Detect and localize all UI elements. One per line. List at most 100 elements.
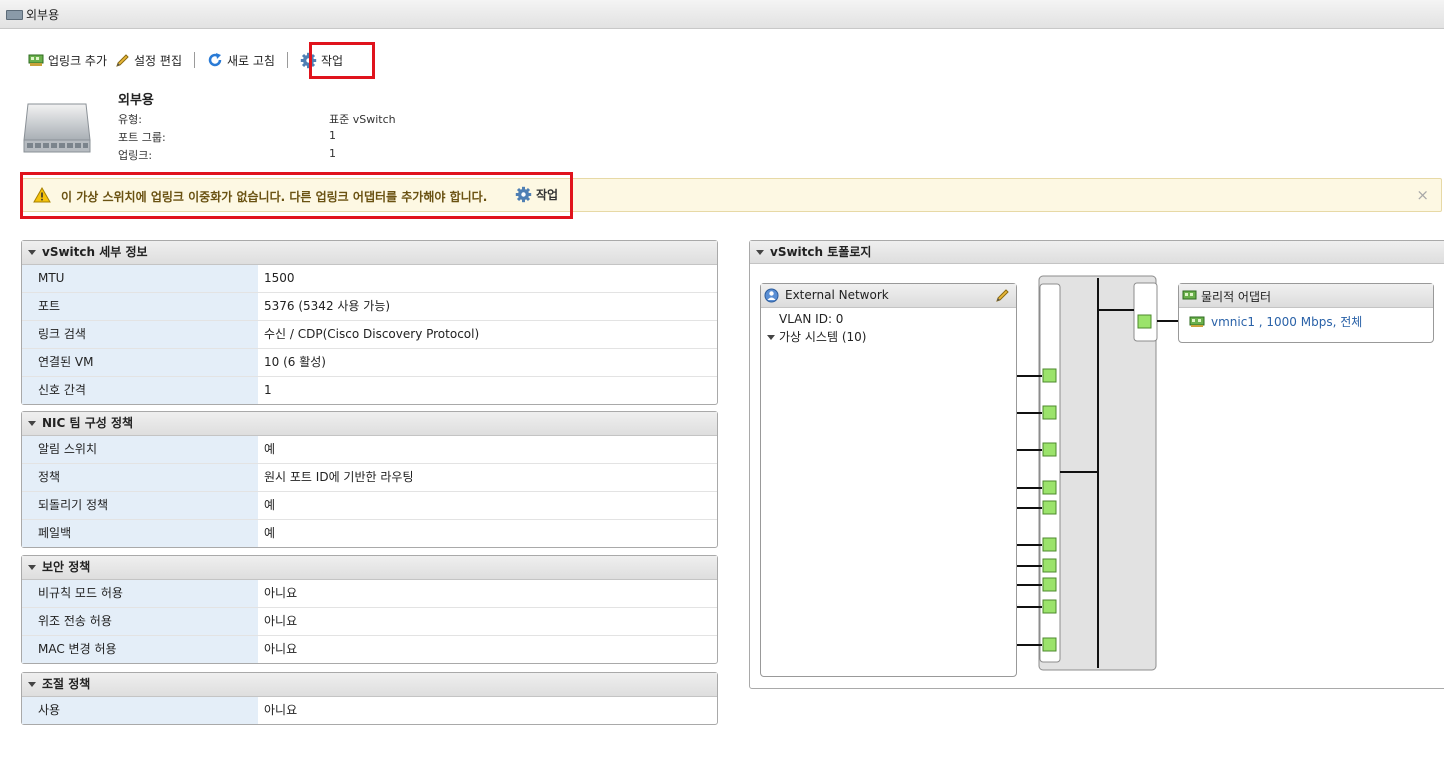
row-value: 아니요 (264, 642, 298, 656)
table-row: 위조 전송 허용 아니요 (22, 608, 717, 636)
row-value: 예 (264, 442, 276, 456)
vswitch-details-panel: vSwitch 세부 정보 MTU 1500 포트 5376 (5342 사용 가능… (21, 240, 718, 405)
shaping-policy-panel: 조절 정책 사용 아니요 (21, 672, 718, 725)
table-row: 비규칙 모드 허용 아니요 (22, 580, 717, 608)
table-row: 포트 5376 (5342 사용 가능) (22, 293, 717, 321)
row-value: 1 (264, 383, 272, 397)
vswitch-topology-title: vSwitch 토폴로지 (770, 245, 872, 259)
row-key: 사용 (22, 697, 258, 724)
table-row: 알림 스위치 예 (22, 436, 717, 464)
vswitch-image (23, 103, 91, 153)
vswitch-topology-header[interactable]: vSwitch 토폴로지 (750, 241, 1444, 264)
collapse-caret-icon (756, 250, 764, 255)
portgroups-value: 1 (329, 129, 336, 142)
row-key: MTU (22, 265, 258, 292)
row-value: 예 (264, 526, 276, 540)
add-uplink-label: 업링크 추가 (48, 53, 108, 68)
vmnic1-link[interactable]: vmnic1 , 1000 Mbps, 전체 (1189, 313, 1362, 330)
highlight-box-warning (20, 172, 573, 219)
table-row: 신호 간격 1 (22, 377, 717, 404)
vswitch-name: 외부용 (118, 93, 154, 108)
collapse-caret-icon (28, 565, 36, 570)
portgroup-box: External Network VLAN ID: 0 가상 시스템 (10) (760, 283, 1017, 677)
row-value: 예 (264, 498, 276, 512)
row-key: 신호 간격 (22, 377, 258, 404)
security-policy-panel: 보안 정책 비규칙 모드 허용 아니요 위조 전송 허용 아니요 MAC 변경 허용… (21, 555, 718, 664)
row-value: 아니요 (264, 614, 298, 628)
collapse-caret-icon (28, 682, 36, 687)
security-policy-title: 보안 정책 (42, 560, 91, 574)
vswitch-details-title: vSwitch 세부 정보 (42, 245, 148, 259)
uplinks-value: 1 (329, 147, 336, 160)
nic-teaming-title: NIC 팀 구성 정책 (42, 416, 134, 430)
vlan-id: VLAN ID: 0 (779, 312, 844, 326)
row-value: 수신 / CDP(Cisco Discovery Protocol) (264, 327, 480, 341)
row-key: 포트 (22, 293, 258, 320)
window-titlebar: 외부용 (0, 0, 1444, 29)
row-key: 알림 스위치 (22, 436, 258, 463)
row-value: 원시 포트 ID에 기반한 라우팅 (264, 470, 414, 484)
toolbar: 업링크 추가 설정 편집 새로 고침 작업 (24, 46, 347, 74)
vmnic1-label: vmnic1 , 1000 Mbps, 전체 (1211, 315, 1363, 329)
uplinks-label: 업링크: (118, 149, 153, 162)
table-row: 페일백 예 (22, 520, 717, 547)
row-value: 10 (6 활성) (264, 355, 326, 369)
row-key: 정책 (22, 464, 258, 491)
network-card-icon (1189, 316, 1205, 327)
refresh-icon (208, 53, 222, 67)
shaping-policy-header[interactable]: 조절 정책 (22, 673, 717, 697)
vswitch-icon (6, 10, 23, 20)
security-policy-header[interactable]: 보안 정책 (22, 556, 717, 580)
row-value: 5376 (5342 사용 가능) (264, 299, 391, 313)
shaping-policy-title: 조절 정책 (42, 677, 91, 691)
row-value: 1500 (264, 271, 295, 285)
type-value: 표준 vSwitch (329, 113, 396, 126)
refresh-label: 새로 고침 (227, 53, 275, 68)
table-row: 사용 아니요 (22, 697, 717, 724)
table-row: 링크 검색 수신 / CDP(Cisco Discovery Protocol) (22, 321, 717, 349)
topology-diagram (1017, 275, 1178, 671)
close-icon[interactable]: × (1416, 186, 1429, 204)
virtual-machines-toggle[interactable]: 가상 시스템 (10) (767, 328, 866, 345)
pencil-icon (116, 53, 129, 67)
vswitch-details-header[interactable]: vSwitch 세부 정보 (22, 241, 717, 265)
network-card-icon (28, 54, 44, 66)
table-row: 정책 원시 포트 ID에 기반한 라우팅 (22, 464, 717, 492)
pencil-icon[interactable] (995, 288, 1010, 303)
network-card-icon (1182, 290, 1197, 300)
table-row: MAC 변경 허용 아니요 (22, 636, 717, 663)
type-label: 유형: (118, 113, 142, 126)
row-key: 위조 전송 허용 (22, 608, 258, 635)
edit-settings-label: 설정 편집 (134, 53, 182, 68)
refresh-button[interactable]: 새로 고침 (203, 46, 279, 74)
portgroup-name[interactable]: External Network (785, 288, 889, 302)
add-uplink-button[interactable]: 업링크 추가 (24, 46, 111, 74)
physical-adapters-header: 물리적 어댑터 (1179, 284, 1433, 308)
physical-adapters-title: 물리적 어댑터 (1201, 290, 1272, 304)
row-key: 링크 검색 (22, 321, 258, 348)
nic-teaming-panel: NIC 팀 구성 정책 알림 스위치 예 정책 원시 포트 ID에 기반한 라우팅 … (21, 411, 718, 548)
row-key: 되돌리기 정책 (22, 492, 258, 519)
table-row: MTU 1500 (22, 265, 717, 293)
virtual-machines-label: 가상 시스템 (10) (779, 330, 867, 344)
edit-settings-button[interactable]: 설정 편집 (111, 46, 186, 74)
row-key: 비규칙 모드 허용 (22, 580, 258, 607)
table-row: 되돌리기 정책 예 (22, 492, 717, 520)
row-key: 페일백 (22, 520, 258, 547)
highlight-box-actions (309, 42, 375, 79)
portgroup-icon (764, 288, 779, 303)
row-key: 연결된 VM (22, 349, 258, 376)
toolbar-separator (194, 52, 195, 68)
collapse-caret-icon (28, 421, 36, 426)
row-value: 아니요 (264, 703, 298, 717)
portgroups-label: 포트 그룹: (118, 131, 166, 144)
portgroup-header: External Network (761, 284, 1016, 308)
physical-adapters-box: 물리적 어댑터 vmnic1 , 1000 Mbps, 전체 (1178, 283, 1434, 343)
nic-teaming-header[interactable]: NIC 팀 구성 정책 (22, 412, 717, 436)
expand-caret-icon (767, 335, 775, 340)
row-value: 아니요 (264, 586, 298, 600)
table-row: 연결된 VM 10 (6 활성) (22, 349, 717, 377)
row-key: MAC 변경 허용 (22, 636, 258, 663)
toolbar-separator (286, 52, 288, 68)
window-title: 외부용 (26, 8, 60, 22)
